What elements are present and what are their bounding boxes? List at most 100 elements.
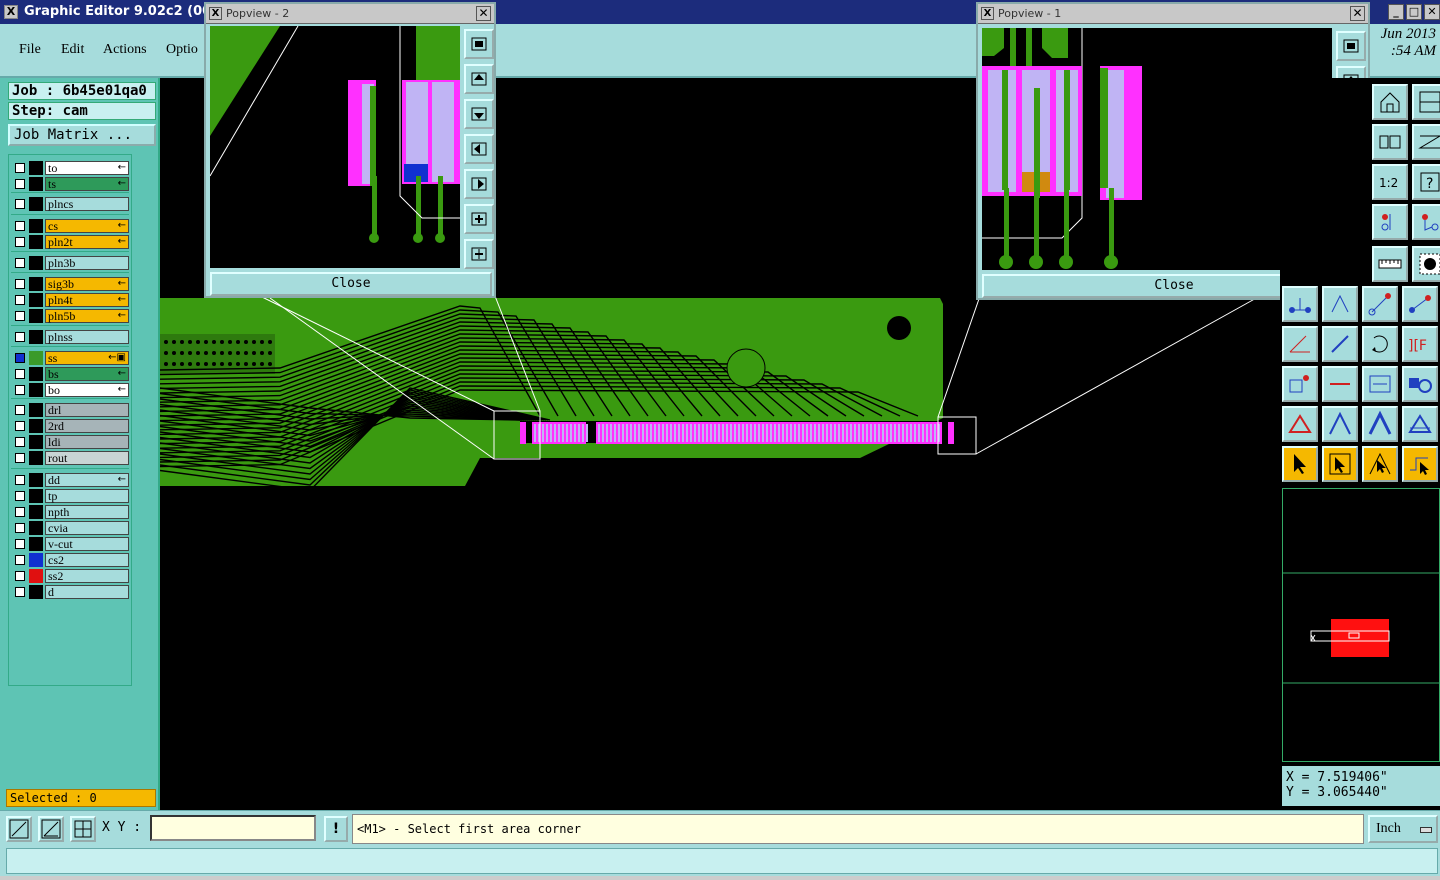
layer-checkbox[interactable]: [15, 237, 25, 247]
xy-input[interactable]: [150, 815, 316, 841]
layer-row[interactable]: ss2: [11, 569, 129, 583]
popview-2-pan-down-button[interactable]: [464, 99, 494, 129]
layer-name[interactable]: plncs: [45, 197, 129, 211]
select-shape-button[interactable]: [1362, 446, 1398, 482]
layer-color-swatch[interactable]: [29, 403, 43, 417]
via-tool-button[interactable]: [1372, 204, 1408, 240]
popview-2-zoom-out-button[interactable]: [464, 239, 494, 269]
layer-name[interactable]: v-cut: [45, 537, 129, 551]
layer-color-swatch[interactable]: [29, 277, 43, 291]
layer-color-swatch[interactable]: [29, 473, 43, 487]
overview-map[interactable]: [1282, 488, 1440, 762]
layer-color-swatch[interactable]: [29, 451, 43, 465]
layer-checkbox[interactable]: [15, 163, 25, 173]
layer-name[interactable]: drl: [45, 403, 129, 417]
layer-name[interactable]: ts ←: [45, 177, 129, 191]
layer-row[interactable]: tp: [11, 489, 129, 503]
menu-edit[interactable]: Edit: [61, 42, 84, 58]
layer-row[interactable]: rout: [11, 451, 129, 465]
split-view-tool-button[interactable]: [1412, 84, 1440, 120]
popview-2-pan-left-button[interactable]: [464, 134, 494, 164]
layer-name[interactable]: tp: [45, 489, 129, 503]
line-endpoint-tool-button[interactable]: [1362, 286, 1398, 322]
connect-tool-button[interactable]: [1282, 286, 1318, 322]
menu-options[interactable]: Optio: [166, 42, 198, 58]
layer-row[interactable]: d: [11, 585, 129, 599]
layer-row[interactable]: pln2t ←: [11, 235, 129, 249]
layer-row[interactable]: plnss: [11, 330, 129, 344]
layer-checkbox[interactable]: [15, 279, 25, 289]
select-box-button[interactable]: [1322, 446, 1358, 482]
layer-name[interactable]: 2rd: [45, 419, 129, 433]
select-pointer-button[interactable]: [1282, 446, 1318, 482]
layer-color-swatch[interactable]: [29, 367, 43, 381]
layer-color-swatch[interactable]: [29, 419, 43, 433]
layer-row[interactable]: 2rd: [11, 419, 129, 433]
layer-color-swatch[interactable]: [29, 219, 43, 233]
menu-file[interactable]: File: [19, 42, 41, 58]
layer-checkbox[interactable]: [15, 385, 25, 395]
pad-select-tool-button[interactable]: [1412, 246, 1440, 282]
layer-checkbox[interactable]: [15, 179, 25, 189]
layer-name[interactable]: cs ←: [45, 219, 129, 233]
job-matrix-button[interactable]: Job Matrix ...: [8, 124, 156, 146]
layer-row[interactable]: ldi: [11, 435, 129, 449]
scale-tool-button[interactable]: 1:2: [1372, 164, 1408, 200]
layer-checkbox[interactable]: [15, 199, 25, 209]
exec-button[interactable]: !: [324, 816, 348, 842]
unit-select[interactable]: Inch: [1368, 815, 1438, 843]
layer-checkbox[interactable]: [15, 437, 25, 447]
layer-row[interactable]: ss ←▣: [11, 351, 129, 365]
layer-checkbox[interactable]: [15, 353, 25, 363]
layer-row[interactable]: to ←: [11, 161, 129, 175]
ruler-tool-button[interactable]: [1372, 246, 1408, 282]
select-net-button[interactable]: [1402, 446, 1438, 482]
fork-tool-button[interactable]: [1322, 286, 1358, 322]
popview-2-view[interactable]: [209, 25, 462, 268]
triangle-fill-tool-button[interactable]: [1362, 406, 1398, 442]
layer-row[interactable]: pln3b: [11, 256, 129, 270]
layer-row[interactable]: cs ←: [11, 219, 129, 233]
help-tool-button[interactable]: ?: [1412, 164, 1440, 200]
layer-row[interactable]: pln5b ←: [11, 309, 129, 323]
minimize-button[interactable]: _: [1388, 4, 1404, 20]
layer-name[interactable]: rout: [45, 451, 129, 465]
layer-color-swatch[interactable]: [29, 383, 43, 397]
line-node-tool-button[interactable]: [1402, 286, 1438, 322]
layer-row[interactable]: sig3b ←: [11, 277, 129, 291]
layer-name[interactable]: dd ←: [45, 473, 129, 487]
layer-name[interactable]: d: [45, 585, 129, 599]
layer-color-swatch[interactable]: [29, 330, 43, 344]
maximize-button[interactable]: □: [1406, 4, 1422, 20]
measure-tool-button[interactable]: [38, 816, 64, 842]
layer-checkbox[interactable]: [15, 295, 25, 305]
layer-color-swatch[interactable]: [29, 293, 43, 307]
layer-name[interactable]: pln3b: [45, 256, 129, 270]
layer-name[interactable]: sig3b ←: [45, 277, 129, 291]
window-close-button[interactable]: ✕: [1424, 4, 1440, 20]
layer-color-swatch[interactable]: [29, 309, 43, 323]
slash-tool-button[interactable]: [1322, 326, 1358, 362]
layer-color-swatch[interactable]: [29, 351, 43, 365]
layer-color-swatch[interactable]: [29, 569, 43, 583]
popview-1-titlebar[interactable]: X Popview - 1 ✕: [978, 4, 1368, 24]
layer-checkbox[interactable]: [15, 491, 25, 501]
layer-row[interactable]: plncs: [11, 197, 129, 211]
layer-checkbox[interactable]: [15, 221, 25, 231]
layer-checkbox[interactable]: [15, 421, 25, 431]
layer-row[interactable]: cs2: [11, 553, 129, 567]
triangle-red-tool-button[interactable]: [1282, 406, 1318, 442]
layer-checkbox[interactable]: [15, 523, 25, 533]
layer-color-swatch[interactable]: [29, 585, 43, 599]
layer-color-swatch[interactable]: [29, 537, 43, 551]
layer-checkbox[interactable]: [15, 507, 25, 517]
rotate-tool-button[interactable]: [1362, 326, 1398, 362]
shapes-tool-button[interactable]: [1402, 366, 1438, 402]
layer-checkbox[interactable]: [15, 369, 25, 379]
popview-1-menu-icon[interactable]: X: [981, 7, 994, 20]
layer-name[interactable]: npth: [45, 505, 129, 519]
app-x-icon[interactable]: X: [4, 5, 18, 19]
layer-color-swatch[interactable]: [29, 235, 43, 249]
popview-2-titlebar[interactable]: X Popview - 2 ✕: [206, 4, 494, 24]
layer-name[interactable]: pln2t ←: [45, 235, 129, 249]
